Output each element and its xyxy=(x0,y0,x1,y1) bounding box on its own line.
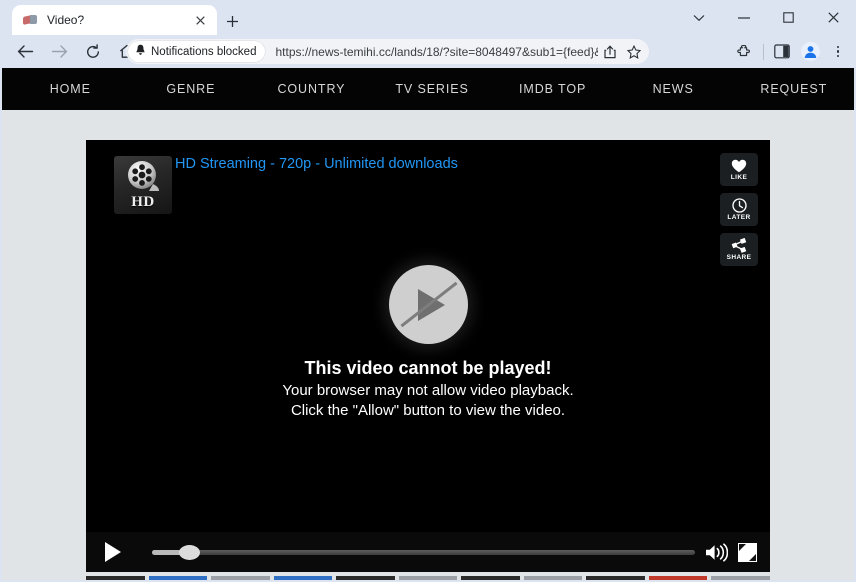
nav-item-genre[interactable]: GENRE xyxy=(131,82,252,96)
browser-window: Video? Notifications blocked https://new… xyxy=(0,0,856,582)
error-title: This video cannot be played! xyxy=(304,358,552,378)
nav-item-request[interactable]: REQUEST xyxy=(733,82,854,96)
share-nodes-icon xyxy=(731,238,747,253)
toolbar-divider xyxy=(763,43,764,60)
url-text[interactable]: https://news-temihi.cc/lands/18/?site=80… xyxy=(275,45,598,59)
page-favicon xyxy=(22,12,38,28)
clock-icon xyxy=(731,198,747,213)
heart-icon xyxy=(731,158,747,173)
tab-strip: Video? xyxy=(0,0,856,35)
address-bar[interactable]: Notifications blocked https://news-temih… xyxy=(126,39,649,64)
nav-item-imdb-top[interactable]: IMDB TOP xyxy=(492,82,613,96)
hd-thumbnail-label: HD xyxy=(131,194,155,210)
player-controls xyxy=(86,532,770,572)
hd-thumbnail[interactable]: HD xyxy=(114,156,172,214)
close-icon[interactable] xyxy=(190,10,210,30)
reload-icon[interactable] xyxy=(78,37,108,67)
player-error-block: This video cannot be played! Your browse… xyxy=(86,265,770,421)
star-icon[interactable] xyxy=(622,40,646,64)
ad-link[interactable]: HD Streaming - 720p - Unlimited download… xyxy=(175,156,458,172)
share-icon[interactable] xyxy=(598,40,622,64)
like-label: LIKE xyxy=(730,174,748,181)
share-button[interactable]: SHARE xyxy=(720,233,758,266)
arrow-left-icon[interactable] xyxy=(10,37,40,67)
minimize-icon[interactable] xyxy=(721,0,766,35)
tab-title: Video? xyxy=(47,13,85,27)
nav-item-home[interactable]: HOME xyxy=(10,82,131,96)
window-controls xyxy=(676,0,856,35)
bell-icon xyxy=(135,43,146,61)
toolbar-right-icons xyxy=(731,37,852,66)
arrow-right-icon[interactable] xyxy=(44,37,74,67)
browser-tab[interactable]: Video? xyxy=(12,5,217,35)
progress-handle[interactable] xyxy=(179,545,200,560)
nav-item-country[interactable]: COUNTRY xyxy=(251,82,372,96)
fullscreen-icon[interactable] xyxy=(738,542,757,562)
like-button[interactable]: LIKE xyxy=(720,153,758,186)
progress-track[interactable] xyxy=(152,550,695,555)
film-reel-icon xyxy=(125,160,161,193)
nav-item-tv-series[interactable]: TV SERIES xyxy=(372,82,493,96)
page-content-below-fold xyxy=(86,576,770,580)
video-player[interactable]: HD HD Streaming - 720p - Unlimited downl… xyxy=(86,140,770,572)
progress-slider[interactable] xyxy=(132,532,705,572)
puzzle-icon[interactable] xyxy=(731,38,759,66)
watch-later-button[interactable]: LATER xyxy=(720,193,758,226)
new-tab-button[interactable] xyxy=(219,8,245,34)
side-panel-icon[interactable] xyxy=(768,38,796,66)
error-line-2: Click the "Allow" button to view the vid… xyxy=(290,401,566,419)
avatar-icon xyxy=(800,42,820,61)
avatar[interactable] xyxy=(796,38,824,66)
site-navigation: HOME GENRE COUNTRY TV SERIES IMDB TOP NE… xyxy=(2,68,854,110)
notification-blocked-label: Notifications blocked xyxy=(151,45,257,58)
watch-later-label: LATER xyxy=(727,214,751,221)
maximize-icon[interactable] xyxy=(766,0,811,35)
omnibox-actions xyxy=(598,40,646,64)
page-body: HD HD Streaming - 720p - Unlimited downl… xyxy=(2,110,854,580)
player-side-actions: LIKE LATER SHARE xyxy=(720,153,758,266)
share-label: SHARE xyxy=(726,254,752,261)
browser-toolbar: Notifications blocked https://news-temih… xyxy=(0,35,856,68)
play-icon[interactable] xyxy=(94,532,132,572)
chevron-down-icon[interactable] xyxy=(676,0,721,35)
close-icon[interactable] xyxy=(811,0,856,35)
page-viewport: HOME GENRE COUNTRY TV SERIES IMDB TOP NE… xyxy=(2,68,854,580)
play-disabled-icon[interactable] xyxy=(388,265,468,344)
player-controls-right xyxy=(705,542,757,562)
status-badge[interactable]: Notifications blocked xyxy=(128,41,266,62)
nav-item-news[interactable]: NEWS xyxy=(613,82,734,96)
error-line-1: Your browser may not allow video playbac… xyxy=(282,382,574,399)
volume-icon[interactable] xyxy=(705,542,728,562)
three-dots-icon[interactable] xyxy=(824,38,852,66)
